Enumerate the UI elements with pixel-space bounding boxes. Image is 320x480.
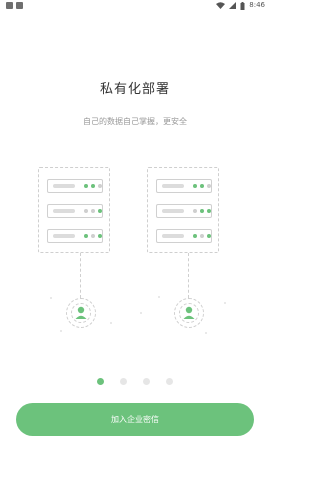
connector-line (188, 253, 189, 298)
battery-icon (240, 1, 245, 10)
server-unit (47, 179, 103, 193)
page-dot[interactable] (143, 378, 150, 385)
system-icons: 8:46 (216, 1, 265, 10)
clock: 8:46 (249, 1, 265, 9)
notification-icons (6, 2, 23, 9)
page-dot[interactable] (120, 378, 127, 385)
server-cluster-right (147, 167, 219, 253)
server-unit (47, 229, 103, 243)
notification-icon (16, 2, 23, 9)
server-unit (156, 229, 212, 243)
server-unit (156, 204, 212, 218)
server-unit (47, 204, 103, 218)
status-bar: 8:46 (0, 0, 270, 12)
user-icon (75, 306, 87, 319)
page-dot[interactable] (166, 378, 173, 385)
user-node-right (174, 298, 204, 328)
join-enterprise-button[interactable]: 加入企业密信 (16, 403, 254, 436)
user-icon (183, 306, 195, 319)
page-dot-active[interactable] (97, 378, 104, 385)
connector-line (80, 253, 81, 298)
page-title: 私有化部署 (99, 82, 170, 97)
server-unit (156, 179, 212, 193)
signal-icon (229, 2, 237, 9)
wifi-icon (216, 2, 226, 9)
notification-icon (6, 2, 13, 9)
server-cluster-left (38, 167, 110, 253)
user-node-left (66, 298, 96, 328)
page-subtitle: 自己的数据自己掌握，更安全 (83, 117, 187, 126)
